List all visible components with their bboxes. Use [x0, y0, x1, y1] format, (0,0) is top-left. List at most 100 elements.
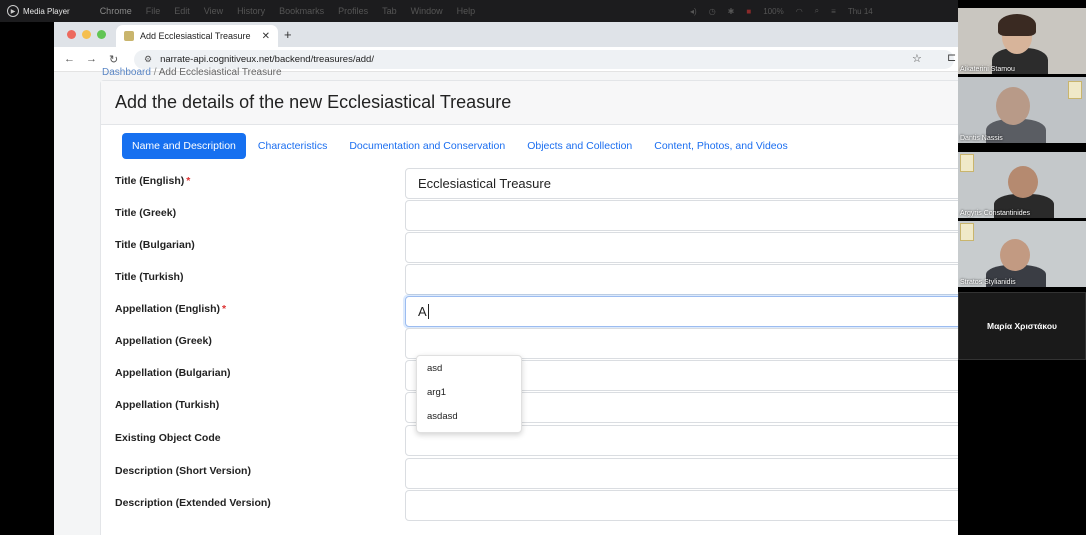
field-label: Title (English) * [115, 175, 191, 187]
autocomplete-option[interactable]: asdasd [417, 404, 521, 428]
title-turkish-input[interactable] [405, 264, 958, 295]
menu-item[interactable]: View [204, 6, 223, 16]
participant-name: Stratos Stylianidis [960, 279, 1016, 286]
field-label: Title (Turkish) [115, 271, 184, 283]
field-label: Existing Object Code [115, 432, 221, 444]
required-marker: * [222, 303, 227, 315]
participant-tile[interactable]: Aikaterini Stamou [958, 8, 1086, 74]
record-icon: ■ [746, 6, 752, 16]
favicon-icon [124, 31, 134, 41]
description-extended-input[interactable] [405, 490, 958, 521]
status-icons: ◂) ◷ ✱ ■ 100% ◠ ⌕ ≡ Thu 14 [690, 0, 873, 22]
menu-item[interactable]: Profiles [338, 6, 368, 16]
menu-bar: ▶ Media Player Chrome File Edit View His… [0, 0, 1086, 22]
field-label: Appellation (English) * [115, 303, 227, 315]
menu-item[interactable]: Chrome [100, 6, 132, 16]
description-short-input[interactable] [405, 458, 958, 489]
browser-window: Add Ecclesiastical Treasure ✕ + ← → ↻ ⚙ … [54, 22, 958, 535]
breadcrumb-current: Add Ecclesiastical Treasure [158, 67, 282, 78]
close-tab-icon[interactable]: ✕ [262, 31, 270, 42]
screen: ▶ Media Player Chrome File Edit View His… [0, 0, 1086, 535]
tab-objects-and-collection[interactable]: Objects and Collection [517, 133, 642, 159]
field-label: Title (Bulgarian) [115, 239, 195, 251]
tab-documentation-and-conservation[interactable]: Documentation and Conservation [339, 133, 515, 159]
text-caret [427, 304, 429, 319]
new-tab-icon[interactable]: + [284, 27, 292, 42]
side-panel-icon[interactable]: ⊏ [947, 51, 956, 64]
clock-text: Thu 14 [847, 6, 873, 16]
participant-tile[interactable]: Stratos Stylianidis [958, 221, 1086, 287]
title-greek-input[interactable] [405, 200, 958, 231]
back-icon[interactable]: ← [64, 53, 75, 65]
participant-tile[interactable]: Dantis Nassis [958, 77, 1086, 143]
breadcrumb: Dashboard / Add Ecclesiastical Treasure [102, 67, 282, 78]
minimize-window-icon[interactable] [82, 30, 91, 39]
card-header: Add the details of the new Ecclesiastica… [101, 81, 958, 125]
menu-item[interactable]: Edit [174, 6, 190, 16]
reload-icon[interactable]: ↻ [109, 53, 118, 66]
form-row-appellation-bulgarian: Appellation (Bulgarian) [115, 360, 958, 393]
menu-item[interactable]: Help [457, 6, 476, 16]
participant-name: Μαρία Χριστάκου [987, 321, 1057, 331]
clock-icon: ◷ [708, 6, 716, 16]
participant-video [1008, 166, 1038, 198]
left-black-strip [0, 22, 54, 535]
breadcrumb-home[interactable]: Dashboard [102, 67, 151, 78]
title-english-input[interactable]: Ecclesiastical Treasure [405, 168, 958, 199]
tab-content-photos-videos[interactable]: Content, Photos, and Videos [644, 133, 798, 159]
menu-item[interactable]: Tab [382, 6, 397, 16]
bluetooth-icon: ✱ [727, 6, 735, 16]
participant-name: Argyris Constantinides [960, 210, 1031, 217]
media-player-title: Media Player [23, 6, 70, 16]
form-row-title-greek: Title (Greek) [115, 200, 958, 233]
autocomplete-option[interactable]: arg1 [417, 380, 521, 404]
autocomplete-dropdown: asd arg1 asdasd [416, 355, 522, 433]
title-bulgarian-input[interactable] [405, 232, 958, 263]
battery-level: 100% [763, 6, 784, 16]
logo-icon [960, 223, 974, 241]
form-row-title-turkish: Title (Turkish) [115, 264, 958, 297]
participant-video [998, 14, 1036, 36]
participant-tile[interactable]: Argyris Constantinides [958, 152, 1086, 218]
required-marker: * [186, 175, 191, 187]
traffic-lights [67, 30, 106, 39]
autocomplete-option[interactable]: asd [417, 356, 521, 380]
play-icon[interactable]: ▶ [7, 5, 19, 17]
menu-item[interactable]: Bookmarks [279, 6, 324, 16]
participant-video [996, 87, 1030, 125]
menu-item[interactable]: File [146, 6, 161, 16]
form-row-title-english: Title (English) * Ecclesiastical Treasure [115, 168, 958, 201]
participant-name: Aikaterini Stamou [960, 66, 1015, 73]
wifi-icon: ◠ [795, 6, 803, 16]
site-settings-icon[interactable]: ⚙ [144, 54, 152, 65]
form-row-title-bulgarian: Title (Bulgarian) [115, 232, 958, 265]
forward-icon[interactable]: → [86, 53, 97, 65]
field-label: Appellation (Bulgarian) [115, 367, 231, 379]
appellation-english-input[interactable]: A [405, 296, 958, 327]
page-title: Add the details of the new Ecclesiastica… [115, 92, 512, 112]
form-card: Add the details of the new Ecclesiastica… [100, 80, 958, 535]
logo-icon [1068, 81, 1082, 99]
menu-item[interactable]: Window [411, 6, 443, 16]
form-row-appellation-turkish: Appellation (Turkish) [115, 392, 958, 425]
close-window-icon[interactable] [67, 30, 76, 39]
bookmark-star-icon[interactable]: ☆ [912, 52, 922, 65]
form-row-description-short: Description (Short Version) [115, 458, 958, 491]
zoom-window-icon[interactable] [97, 30, 106, 39]
tab-title: Add Ecclesiastical Treasure [140, 31, 251, 41]
form-row-appellation-greek: Appellation (Greek) [115, 328, 958, 361]
form-row-description-extended: Description (Extended Version) [115, 490, 958, 523]
tab-characteristics[interactable]: Characteristics [248, 133, 337, 159]
form-row-appellation-english: Appellation (English) * A [115, 296, 958, 329]
participant-name: Dantis Nassis [960, 135, 1003, 142]
participant-video [1000, 239, 1030, 271]
form-row-existing-object-code: Existing Object Code [115, 425, 958, 458]
browser-tab[interactable]: Add Ecclesiastical Treasure ✕ [116, 25, 278, 47]
participant-tile[interactable]: Μαρία Χριστάκου [958, 292, 1086, 360]
app-menu: Chrome File Edit View History Bookmarks … [100, 6, 476, 16]
sound-icon: ◂) [690, 6, 697, 16]
tab-name-and-description[interactable]: Name and Description [122, 133, 246, 159]
control-center-icon: ≡ [831, 6, 836, 16]
menu-item[interactable]: History [237, 6, 265, 16]
field-label: Appellation (Greek) [115, 335, 212, 347]
